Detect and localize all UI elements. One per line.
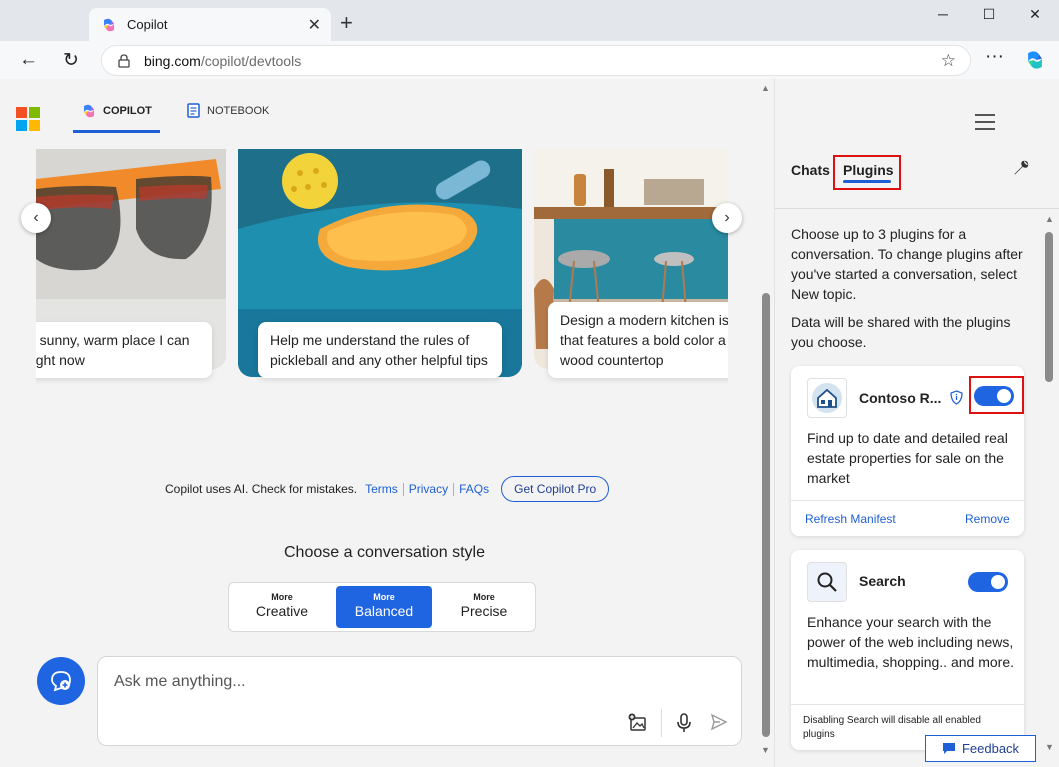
ask-input[interactable]: Ask me anything...	[97, 656, 742, 746]
more-options-icon[interactable]: ···	[985, 46, 1004, 68]
get-copilot-pro-button[interactable]: Get Copilot Pro	[501, 476, 610, 502]
suggestion-caption[interactable]: Design a modern kitchen is that features…	[548, 302, 728, 378]
refresh-icon[interactable]: ↻	[63, 49, 79, 72]
carousel-next-button[interactable]: ›	[712, 203, 742, 233]
copilot-main: COPILOT NOTEBOOK sunny, warm place I can…	[0, 79, 758, 767]
terms-link[interactable]: Terms	[360, 482, 403, 496]
wrench-icon[interactable]	[1010, 156, 1036, 182]
style-label: Creative	[255, 603, 309, 619]
add-image-icon[interactable]	[628, 713, 648, 738]
plugins-data-note: Data will be shared with the plugins you…	[791, 314, 1011, 350]
tab-chats[interactable]: Chats	[791, 162, 830, 178]
url-domain: bing.com	[144, 52, 201, 69]
scroll-up-icon[interactable]: ▲	[1045, 214, 1054, 224]
suggestion-carousel: a sunny, warm place I can right now Help…	[36, 149, 728, 389]
feedback-icon	[942, 743, 955, 754]
style-balanced-button[interactable]: More Balanced	[336, 586, 432, 628]
disclaimer-bar: Copilot uses AI. Check for mistakes. Ter…	[165, 476, 610, 502]
style-prefix: More	[373, 592, 395, 602]
tab-notebook[interactable]: NOTEBOOK	[187, 103, 269, 118]
browser-tab[interactable]: Copilot ✕	[89, 8, 331, 41]
microsoft-logo-icon[interactable]	[16, 107, 40, 131]
refresh-manifest-link[interactable]: Refresh Manifest	[805, 512, 896, 526]
plugin-toggle-search[interactable]	[968, 572, 1008, 592]
chevron-right-icon: ›	[724, 209, 730, 226]
plugin-description: Enhance your search with the power of th…	[807, 614, 1014, 670]
notebook-icon	[187, 103, 200, 118]
search-icon	[807, 562, 847, 602]
plugins-tab-highlight	[833, 155, 901, 190]
plugin-description: Find up to date and detailed real estate…	[807, 430, 1008, 486]
style-creative-button[interactable]: More Creative	[234, 586, 330, 628]
plugins-sidebar: Chats Plugins Choose up to 3 plugins for…	[774, 79, 1059, 767]
sidebar-scrollbar[interactable]: ▲ ▼	[1043, 214, 1055, 759]
divider	[791, 704, 1024, 705]
style-prefix: More	[271, 592, 293, 602]
tab-title: Copilot	[127, 17, 168, 32]
style-label: Balanced	[354, 603, 414, 619]
scroll-down-icon[interactable]: ▼	[1045, 742, 1054, 752]
url-text: bing.com/copilot/devtools	[144, 53, 301, 69]
copilot-icon	[104, 18, 114, 31]
new-chat-icon	[51, 671, 71, 692]
suggestion-caption[interactable]: a sunny, warm place I can right now	[36, 322, 212, 378]
scrollbar-thumb[interactable]	[762, 293, 770, 737]
suggestion-caption[interactable]: Help me understand the rules of pickleba…	[258, 322, 502, 378]
lock-icon	[118, 53, 130, 68]
sidebar-tabs: Chats Plugins	[775, 129, 1059, 209]
plugin-card-footer: Refresh Manifest Remove	[791, 500, 1024, 536]
plugin-name: Contoso R...	[859, 390, 942, 406]
back-icon[interactable]: ←	[19, 49, 38, 71]
faqs-link[interactable]: FAQs	[454, 482, 494, 496]
plugins-intro: Choose up to 3 plugins for a conversatio…	[791, 226, 1023, 302]
plugin-name: Search	[859, 573, 906, 589]
feedback-button[interactable]: Feedback	[925, 735, 1036, 762]
carousel-prev-button[interactable]: ‹	[21, 203, 51, 233]
tab-notebook-label: NOTEBOOK	[207, 104, 270, 117]
address-bar[interactable]: bing.com/copilot/devtools ☆	[101, 45, 971, 76]
tab-copilot-label: COPILOT	[103, 105, 152, 117]
scroll-down-icon[interactable]: ▼	[761, 745, 770, 755]
plugin-card-search: Search Enhance your search with the powe…	[791, 550, 1024, 750]
ask-placeholder: Ask me anything...	[114, 673, 246, 690]
navigation-bar: ← ↻ bing.com/copilot/devtools ☆ ···	[0, 41, 1059, 79]
divider	[661, 709, 662, 737]
conversation-style-selector: More Creative More Balanced More Precise	[228, 582, 536, 632]
style-label: Precise	[460, 603, 508, 619]
house-icon	[807, 378, 847, 418]
toggle-highlight	[969, 376, 1024, 414]
privacy-link[interactable]: Privacy	[404, 482, 453, 496]
page-content: COPILOT NOTEBOOK sunny, warm place I can…	[0, 79, 1059, 767]
remove-plugin-link[interactable]: Remove	[965, 512, 1010, 526]
feedback-label: Feedback	[961, 741, 1020, 756]
main-scrollbar[interactable]: ▲ ▼	[758, 79, 774, 767]
plugin-card-contoso: Contoso R... Find up to date and detaile…	[791, 366, 1024, 536]
maximize-icon[interactable]: ☐	[974, 6, 1004, 23]
shield-info-icon	[950, 390, 963, 405]
title-bar: Copilot ✕ + ─ ☐ ✕	[0, 0, 1059, 41]
url-path: /copilot/devtools	[200, 52, 302, 69]
copilot-sidebar-icon[interactable]	[1024, 49, 1046, 76]
close-tab-icon[interactable]: ✕	[308, 15, 321, 35]
new-tab-icon[interactable]: +	[340, 12, 353, 34]
style-precise-button[interactable]: More Precise	[436, 586, 532, 628]
chevron-left-icon: ‹	[33, 209, 39, 226]
favorite-star-icon[interactable]: ☆	[941, 51, 956, 71]
tab-copilot[interactable]: COPILOT	[73, 103, 160, 133]
new-topic-button[interactable]	[37, 657, 85, 705]
microphone-icon[interactable]	[676, 713, 692, 738]
disclaimer-text: Copilot uses AI. Check for mistakes.	[165, 482, 358, 496]
send-icon[interactable]	[710, 713, 728, 736]
scrollbar-thumb[interactable]	[1045, 232, 1053, 382]
conversation-style-title: Choose a conversation style	[284, 544, 485, 561]
window-close-icon[interactable]: ✕	[1020, 6, 1050, 23]
copilot-icon	[84, 104, 94, 118]
minimize-icon[interactable]: ─	[928, 6, 958, 22]
scroll-up-icon[interactable]: ▲	[761, 83, 770, 93]
style-prefix: More	[473, 592, 495, 602]
